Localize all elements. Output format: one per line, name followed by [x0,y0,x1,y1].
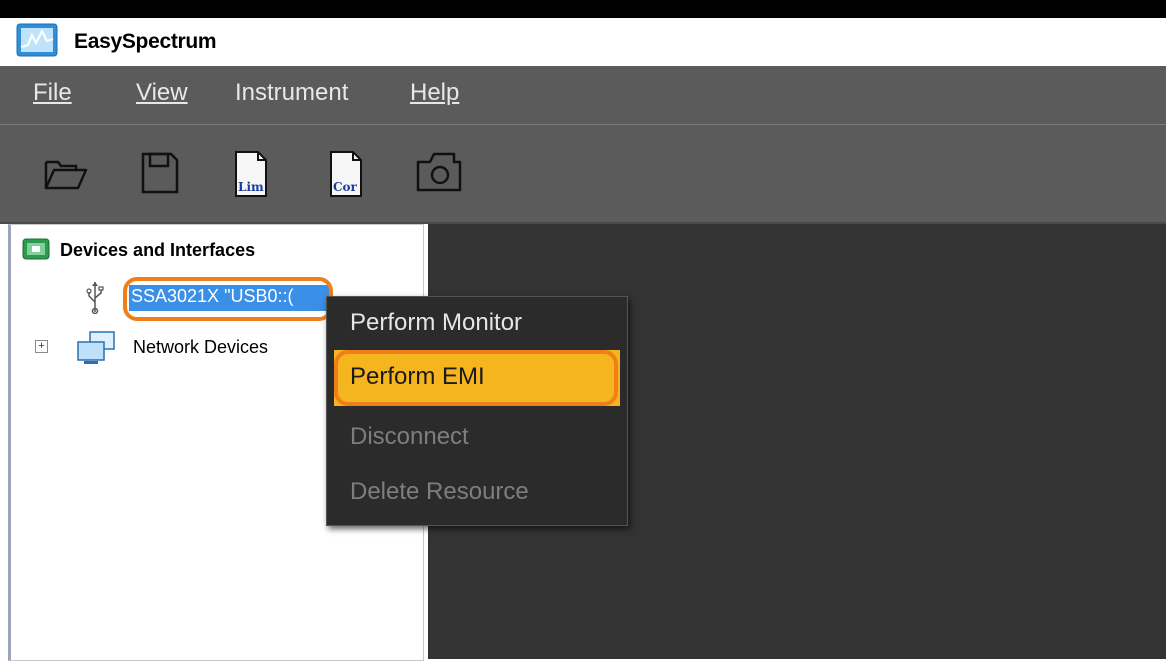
menu-help-label: Help [410,79,460,106]
network-expand-toggle[interactable]: + [35,340,48,353]
tree-root-label[interactable]: Devices and Interfaces [60,240,255,261]
correction-file-text: Cor [333,180,358,194]
usb-device-annotation-ring [123,277,333,321]
devices-interfaces-icon [22,238,50,260]
menu-file-label: File [33,79,72,106]
save-floppy-icon[interactable] [133,148,183,198]
window-title: EasySpectrum [74,30,217,53]
menu-item-perform-monitor[interactable]: Perform Monitor [350,309,522,337]
network-devices-label[interactable]: Network Devices [133,337,268,358]
app-spectrum-icon [16,23,58,57]
menu-view[interactable]: View [136,79,188,107]
menu-item-disconnect[interactable]: Disconnect [350,423,469,451]
menu-view-label: View [136,79,188,106]
window-top-edge [0,0,1166,18]
usb-icon [86,282,104,314]
menu-file[interactable]: File [33,79,72,107]
camera-icon[interactable] [414,148,464,198]
perform-emi-annotation-ring [334,350,618,406]
menu-help[interactable]: Help [410,79,459,107]
menu-instrument[interactable]: Instrument [235,79,348,107]
network-computers-icon [77,331,115,364]
menu-item-delete-resource[interactable]: Delete Resource [350,478,529,506]
limit-file-icon[interactable]: Lim [226,148,276,198]
limit-file-text: Lim [238,180,264,194]
correction-file-icon[interactable]: Cor [321,148,371,198]
open-folder-icon[interactable] [40,148,90,198]
